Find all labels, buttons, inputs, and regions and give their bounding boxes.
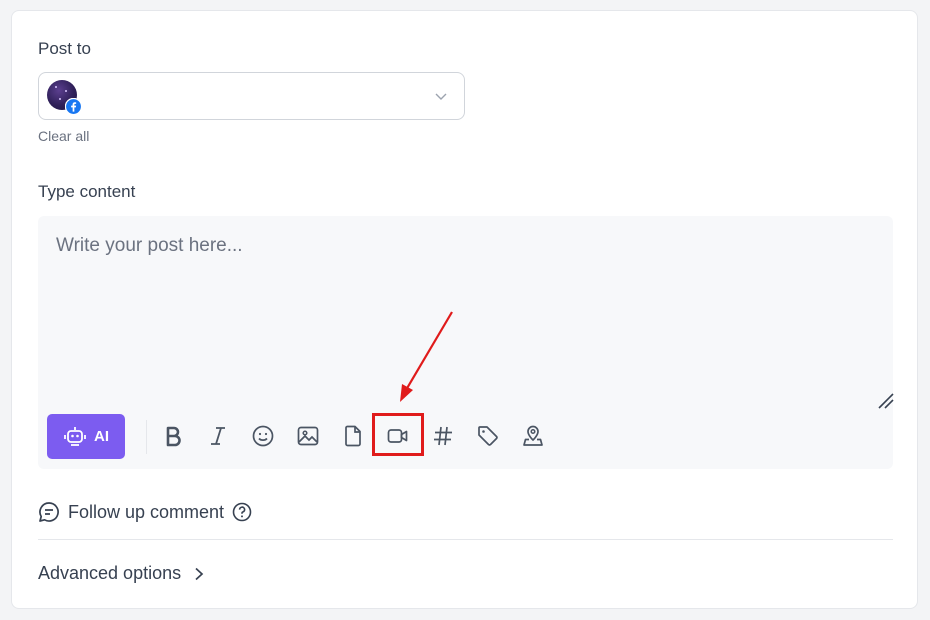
editor-toolbar: AI [38, 413, 893, 459]
italic-icon [211, 427, 225, 445]
account-select[interactable] [38, 72, 465, 120]
image-icon [297, 426, 319, 446]
ai-assistant-button[interactable]: AI [47, 414, 125, 459]
advanced-options-label: Advanced options [38, 563, 182, 583]
hashtag-icon [434, 426, 452, 446]
file-icon [345, 425, 361, 447]
post-textarea-placeholder: Write your post here... [56, 235, 243, 256]
help-icon[interactable] [232, 502, 252, 522]
location-icon [523, 425, 543, 446]
image-button[interactable] [294, 422, 322, 450]
location-button[interactable] [519, 422, 547, 450]
tag-icon [478, 426, 498, 446]
follow-up-comment[interactable]: Follow up comment [38, 499, 252, 525]
chevron-right-icon [195, 567, 204, 580]
tag-button[interactable] [474, 422, 502, 450]
file-button[interactable] [339, 422, 367, 450]
clear-all-link[interactable]: Clear all [38, 128, 89, 144]
toolbar-divider [146, 420, 147, 454]
italic-button[interactable] [204, 422, 232, 450]
video-highlight-box [372, 413, 424, 456]
bold-button[interactable] [159, 422, 187, 450]
ai-button-label: AI [94, 428, 109, 445]
bold-icon [166, 426, 181, 447]
section-divider [38, 539, 893, 540]
emoji-button[interactable] [249, 422, 277, 450]
type-content-label: Type content [38, 182, 136, 201]
facebook-icon [65, 98, 82, 115]
chevron-down-icon [435, 93, 447, 100]
emoji-icon [252, 425, 274, 447]
follow-up-label: Follow up comment [68, 501, 225, 522]
resize-handle-icon[interactable] [876, 391, 896, 411]
post-to-label: Post to [38, 39, 91, 58]
chat-icon [39, 502, 59, 522]
advanced-options-toggle[interactable]: Advanced options [38, 563, 205, 584]
robot-icon [64, 426, 86, 446]
hashtag-button[interactable] [429, 422, 457, 450]
annotation-arrow [400, 311, 453, 402]
